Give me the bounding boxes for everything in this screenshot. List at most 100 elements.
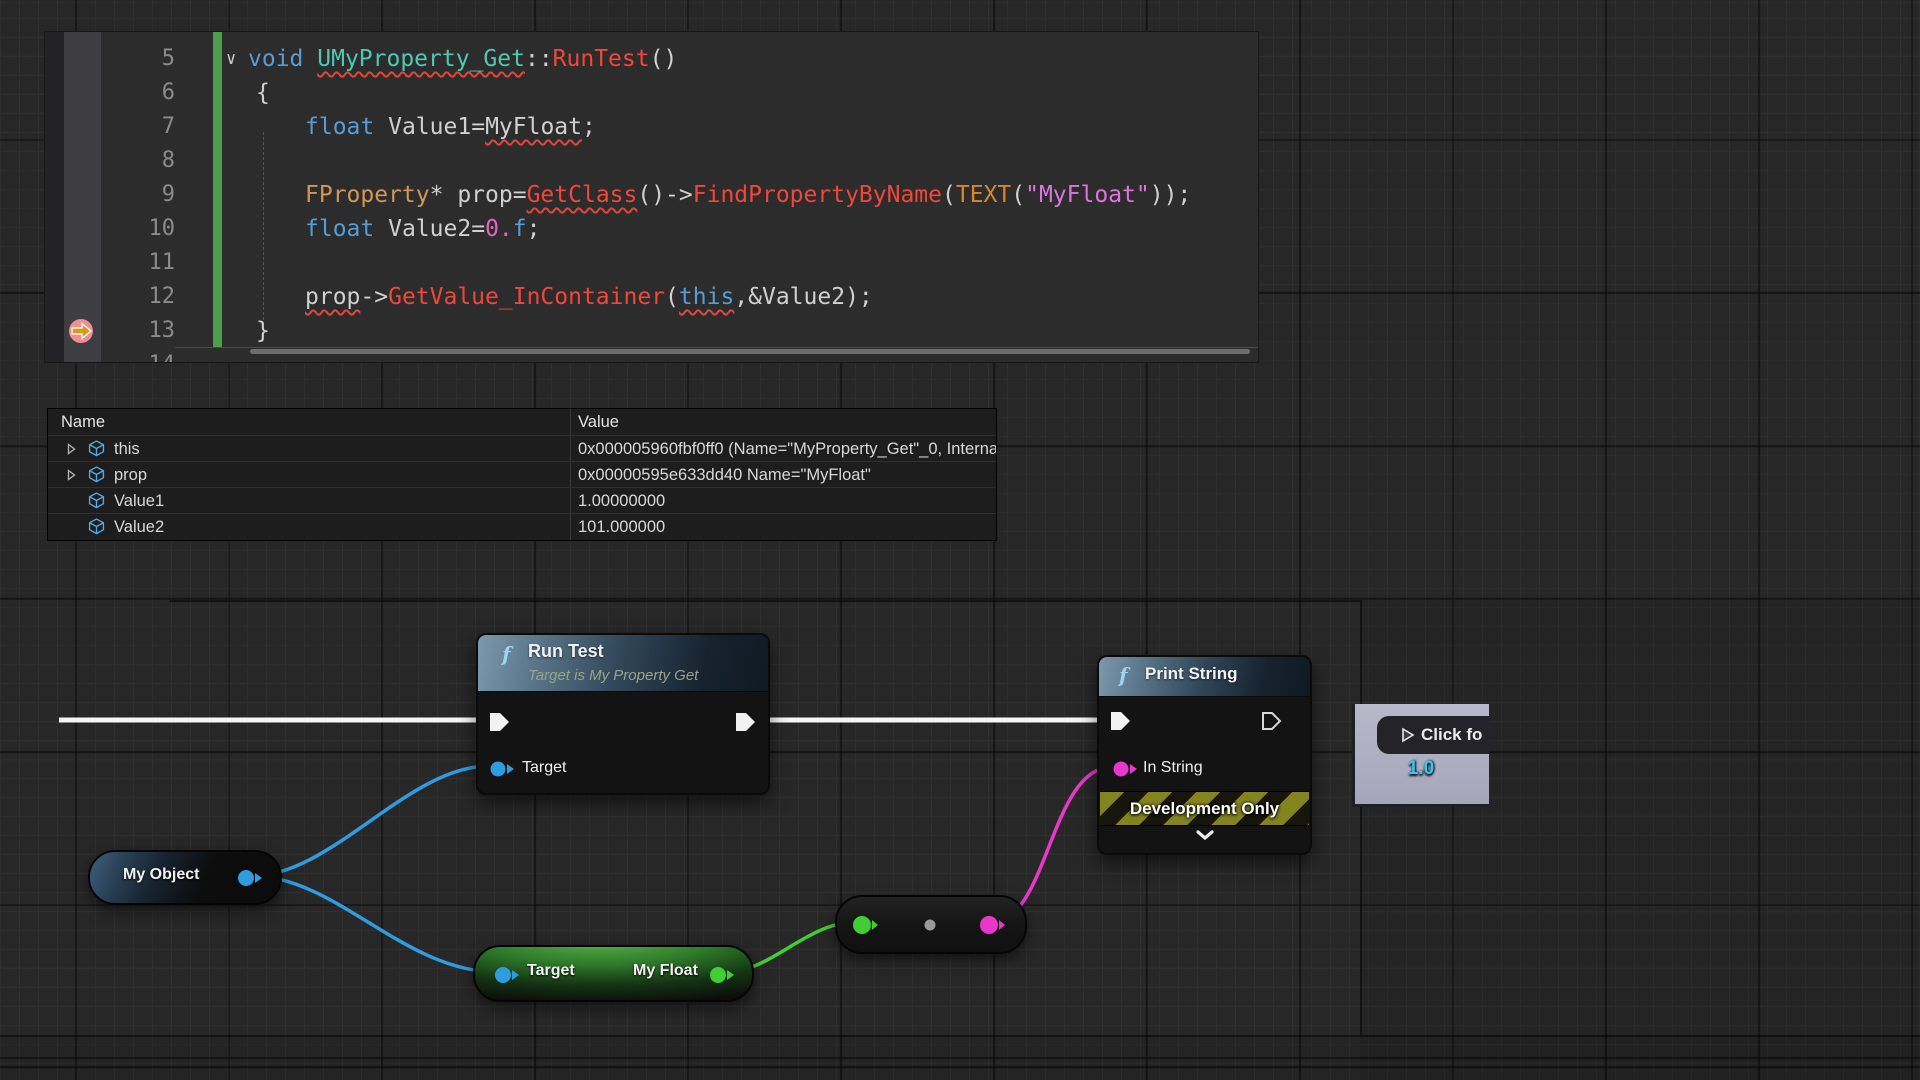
code-token: FProperty — [305, 182, 430, 208]
target-pin[interactable] — [490, 760, 516, 778]
code-token: TEXT — [956, 182, 1011, 208]
watch-variable-name: Value1 — [114, 488, 164, 514]
function-icon: f — [502, 642, 511, 666]
node-title: Print String — [1145, 664, 1238, 684]
code-token: MyFloat — [485, 114, 582, 140]
watch-row-this[interactable]: this0x000005960fbf0ff0 (Name="MyProperty… — [48, 435, 996, 462]
float-in-pin[interactable] — [853, 915, 879, 935]
code-token: () — [650, 46, 678, 72]
watch-variable-value: 0x000005960fbf0ff0 (Name="MyProperty_Get… — [578, 436, 996, 462]
code-token: ( — [942, 182, 956, 208]
code-token: ( — [665, 284, 679, 310]
code-token: { — [256, 80, 270, 106]
code-token: } — [256, 318, 270, 344]
watch-variable-name: prop — [114, 462, 147, 488]
watch-row-prop[interactable]: prop 0x00000595e633dd40 Name="MyFloat" — [48, 461, 996, 488]
exec-in-pin[interactable] — [1110, 710, 1132, 732]
function-icon: f — [1119, 663, 1128, 687]
fold-arrow-icon[interactable]: ∨ — [226, 42, 236, 76]
screenshot-canvas: f Run Test Target is My Property Get Tar… — [0, 0, 1920, 1080]
node-run-test[interactable]: f Run Test Target is My Property Get Tar… — [476, 633, 770, 795]
code-token: void — [248, 46, 303, 72]
watch-variable-name: Value2 — [114, 514, 164, 540]
in-string-pin[interactable] — [1113, 760, 1139, 778]
variable-cube-icon — [88, 440, 105, 457]
object-out-pin[interactable] — [238, 869, 264, 887]
target-pin-label: Target — [527, 962, 575, 980]
code-line-5[interactable]: ∨void UMyProperty_Get::RunTest() — [248, 42, 677, 76]
code-line-10[interactable]: float Value2=0.f; — [305, 212, 540, 246]
in-string-pin-label: In String — [1143, 759, 1203, 777]
code-line-9[interactable]: FProperty* prop=GetClass()->FindProperty… — [305, 178, 1191, 212]
exec-out-pin[interactable] — [1261, 710, 1283, 732]
node-print-string[interactable]: f Print String In String Development Onl… — [1097, 655, 1312, 855]
code-token: GetClass — [527, 182, 638, 208]
code-token: prop — [305, 284, 360, 310]
code-token: float — [305, 114, 374, 140]
code-token: = — [513, 182, 527, 208]
exec-in-pin[interactable] — [489, 711, 511, 733]
code-token: Value2 — [388, 216, 471, 242]
variable-cube-icon — [88, 492, 105, 509]
exec-out-pin[interactable] — [735, 711, 757, 733]
target-pin[interactable] — [495, 966, 521, 984]
code-token: this — [679, 284, 734, 310]
debugger-watch-panel[interactable]: Name Value this0x000005960fbf0ff0 (Name=… — [48, 409, 996, 540]
code-token: ()-> — [637, 182, 692, 208]
object-wire-myobject-to-runtest — [252, 766, 489, 876]
code-token — [374, 216, 388, 242]
code-token: -> — [360, 284, 388, 310]
pin-value-tooltip: Click fo 1.0 — [1352, 704, 1489, 807]
code-token: FindPropertyByName — [693, 182, 942, 208]
code-token: 0. — [485, 216, 513, 242]
variable-cube-icon — [88, 518, 105, 535]
chevron-down-icon[interactable] — [1195, 830, 1215, 842]
code-token: f — [513, 216, 527, 242]
node-run-test-header[interactable]: f Run Test Target is My Property Get — [478, 635, 768, 692]
node-my-object[interactable]: My Object — [88, 850, 282, 905]
variable-cube-icon — [88, 466, 105, 483]
code-token: "MyFloat" — [1025, 182, 1150, 208]
watch-column-name: Name — [61, 409, 105, 435]
code-token: GetValue_InContainer — [388, 284, 665, 310]
cursor-arrow-icon — [1401, 727, 1415, 743]
watched-pin-value: 1.0 — [1391, 758, 1451, 780]
code-token: float — [305, 216, 374, 242]
watch-variable-value: 101.000000 — [578, 514, 665, 540]
watch-row-Value1[interactable]: Value1 1.00000000 — [48, 487, 996, 514]
development-only-banner: Development Only — [1100, 791, 1309, 826]
click-for-more-button[interactable]: Click fo — [1377, 716, 1489, 754]
code-token: = — [471, 114, 485, 140]
node-get-my-float[interactable]: Target My Float — [473, 945, 754, 1002]
code-line-6[interactable]: { — [256, 76, 270, 110]
horizontal-scrollbar-thumb[interactable] — [250, 349, 1250, 354]
code-editor[interactable]: 567891011121314 ∨void UMyProperty_Get::R… — [45, 32, 1258, 362]
code-token: = — [471, 216, 485, 242]
code-token — [303, 46, 317, 72]
code-token: ; — [582, 114, 596, 140]
node-print-string-header[interactable]: f Print String — [1099, 657, 1310, 697]
float-out-pin[interactable] — [710, 966, 736, 984]
watch-header-row: Name Value — [48, 409, 996, 436]
code-line-7[interactable]: float Value1=MyFloat; — [305, 110, 596, 144]
watch-row-Value2[interactable]: Value2 101.000000 — [48, 513, 996, 540]
code-token: ( — [1011, 182, 1025, 208]
code-line-13[interactable]: } — [256, 314, 270, 348]
watch-variable-value: 0x00000595e633dd40 Name="MyFloat" — [578, 462, 871, 488]
watch-variable-value: 1.00000000 — [578, 488, 665, 514]
click-for-more-label: Click fo — [1421, 716, 1482, 754]
expand-arrow-icon[interactable] — [66, 443, 77, 455]
node-float-to-string-conversion[interactable] — [835, 895, 1027, 954]
code-token: ,&Value2); — [734, 284, 872, 310]
code-token: ; — [527, 216, 541, 242]
code-token: :: — [525, 46, 553, 72]
string-out-pin[interactable] — [980, 915, 1006, 935]
my-object-label: My Object — [123, 866, 199, 884]
expand-arrow-icon[interactable] — [66, 469, 77, 481]
node-subtitle: Target is My Property Get — [528, 667, 698, 684]
development-only-label: Development Only — [1130, 799, 1279, 818]
horizontal-scrollbar-track — [175, 347, 1258, 348]
code-line-12[interactable]: prop->GetValue_InContainer(this,&Value2)… — [305, 280, 873, 314]
code-token — [374, 114, 388, 140]
watch-column-value: Value — [578, 409, 619, 435]
